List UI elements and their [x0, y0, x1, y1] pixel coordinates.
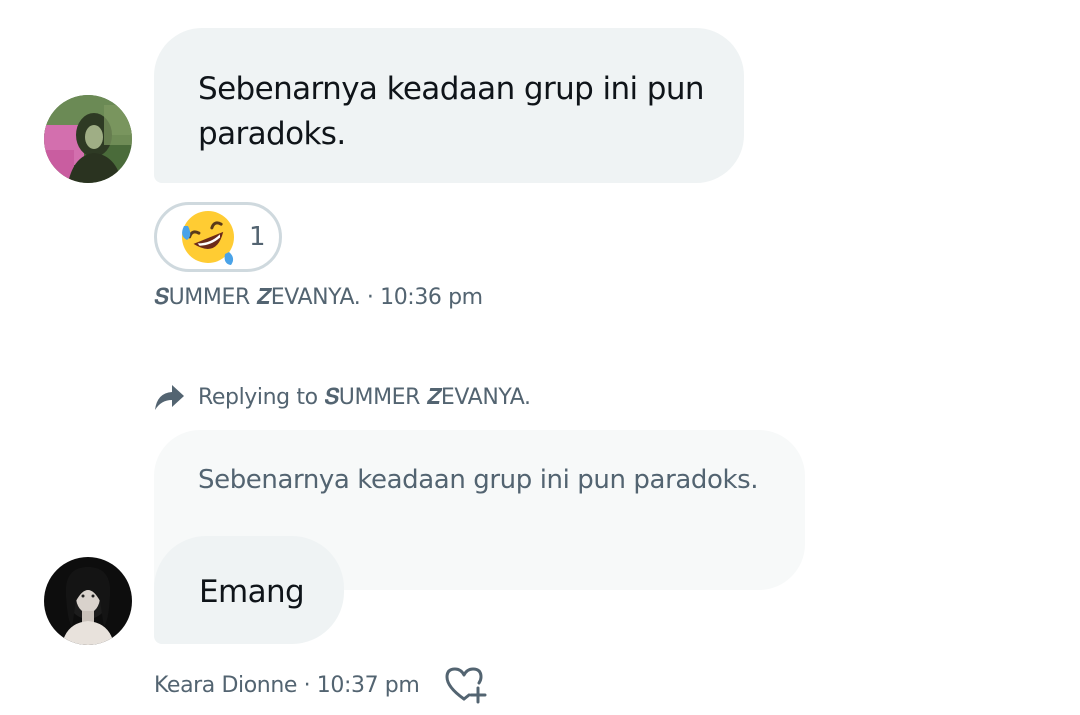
message-meta: Keara Dionne · 10:37 pm — [154, 672, 420, 698]
dm-conversation: Sebenarnya keadaan grup ini pun paradoks… — [0, 0, 1080, 715]
rolling-on-floor-laughing-icon — [179, 208, 237, 266]
message-meta: 𝑺UMMER 𝒁EVANYA. · 10:36 pm — [154, 285, 483, 310]
heart-plus-icon[interactable] — [443, 665, 489, 705]
reply-arrow-icon — [152, 380, 186, 414]
message-bubble[interactable]: Emang — [154, 536, 344, 644]
avatar-keara[interactable] — [44, 557, 132, 645]
reaction-count: 1 — [249, 222, 266, 252]
reaction-pill[interactable]: 1 — [154, 202, 282, 272]
message-text-line: paradoks. — [198, 116, 346, 152]
message-text: Emang — [199, 574, 305, 610]
replying-to[interactable]: Replying to 𝑺UMMER 𝒁EVANYA. — [152, 380, 531, 414]
avatar-summer[interactable] — [44, 95, 132, 183]
message-bubble[interactable]: Sebenarnya keadaan grup ini pun paradoks… — [154, 28, 744, 183]
message-meta-row: Keara Dionne · 10:37 pm — [154, 665, 489, 705]
replying-to-label: Replying to 𝑺UMMER 𝒁EVANYA. — [198, 384, 531, 410]
message-text-line: Sebenarnya keadaan grup ini pun — [198, 71, 705, 107]
quoted-message-text: Sebenarnya keadaan grup ini pun paradoks… — [198, 465, 759, 495]
